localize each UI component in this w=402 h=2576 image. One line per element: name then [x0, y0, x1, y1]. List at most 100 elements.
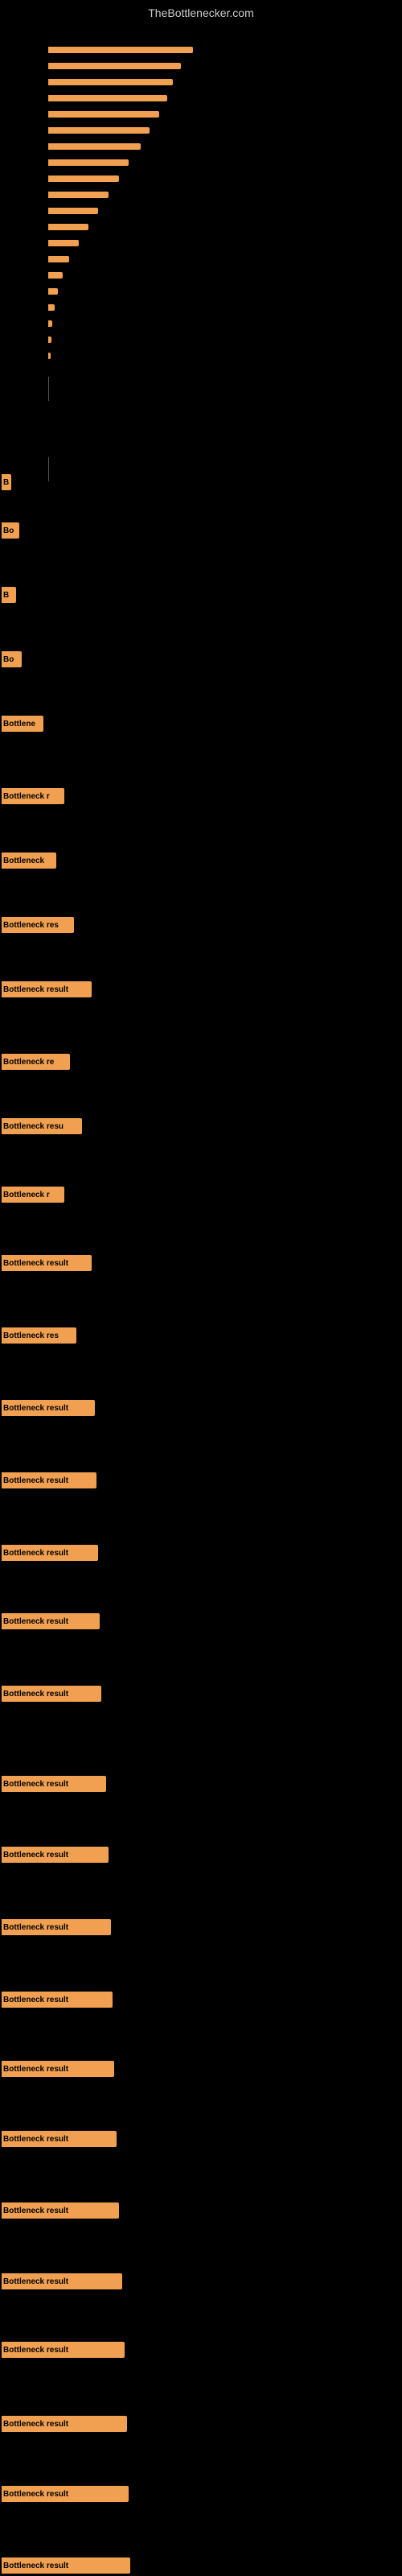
bar-result17: Bottleneck result [2, 2416, 127, 2432]
bar-row [48, 143, 141, 150]
bar-row [48, 256, 69, 262]
bar-result9: Bottleneck result [2, 1847, 109, 1863]
bar-bo2: Bo [2, 651, 22, 667]
bar [48, 256, 69, 262]
bar-row-bottleneck: Bottleneck [2, 852, 56, 869]
bar-result12: Bottleneck result [2, 2061, 114, 2077]
bar-row-re: Bottleneck re [2, 1053, 70, 1071]
bar [48, 304, 55, 311]
bar-row [48, 353, 51, 359]
bar-row-result12: Bottleneck result [2, 2060, 114, 2078]
bar-result19: Bottleneck result [2, 2557, 130, 2574]
bar-result3: Bottleneck result [2, 1400, 95, 1416]
bar-row-result10: Bottleneck result [2, 1918, 111, 1936]
bar-row [48, 111, 159, 118]
bar-row [48, 192, 109, 198]
bar-result16: Bottleneck result [2, 2342, 125, 2358]
bar-row-bo1: Bo [2, 522, 19, 539]
bar-row-result7: Bottleneck result [2, 1685, 101, 1703]
bar-row [48, 159, 129, 166]
bar-row-result18: Bottleneck result [2, 2485, 129, 2503]
bar-row-result11: Bottleneck result [2, 1991, 113, 2008]
bar-result8: Bottleneck result [2, 1776, 106, 1792]
bar [48, 288, 58, 295]
bar [48, 175, 119, 182]
bar-row [48, 127, 150, 134]
bar-row-bo2: Bo [2, 650, 22, 668]
bar-row-res2: Bottleneck res [2, 1327, 76, 1344]
bar-row [48, 240, 79, 246]
bar-row-b1: B [2, 586, 16, 604]
bar [48, 224, 88, 230]
bar [48, 240, 79, 246]
bar-result2: Bottleneck result [2, 1255, 92, 1271]
bar-row [48, 208, 98, 214]
site-title: TheBottlenecker.com [0, 0, 402, 23]
bar-result10: Bottleneck result [2, 1919, 111, 1935]
bar-row-result6: Bottleneck result [2, 1612, 100, 1630]
bar [48, 353, 51, 359]
bar-row [48, 175, 119, 182]
bar-row [48, 63, 181, 69]
bar-bo1: Bo [2, 522, 19, 539]
bar-row [48, 95, 167, 101]
bar [48, 143, 141, 150]
bar-row-result5: Bottleneck result [2, 1544, 98, 1562]
bar [48, 47, 193, 53]
bar-bottleneck-res1: Bottleneck res [2, 917, 74, 933]
bar-row-r2: Bottleneck r [2, 1186, 64, 1203]
bar-row-result3: Bottleneck result [2, 1399, 95, 1417]
y-axis-line-2 [48, 457, 49, 481]
bar-resu: Bottleneck resu [2, 1118, 82, 1134]
bar-row-bottleneck-r: Bottleneck r [2, 787, 64, 805]
bar-row [48, 272, 63, 279]
bar [48, 208, 98, 214]
bar [48, 111, 159, 118]
bar-result1: Bottleneck result [2, 981, 92, 997]
bar-row [48, 79, 173, 85]
bar-result6: Bottleneck result [2, 1613, 100, 1629]
bar-row [48, 47, 193, 53]
bar-result4: Bottleneck result [2, 1472, 96, 1488]
bar-bottleneck-r: Bottleneck r [2, 788, 64, 804]
bar-row-result16: Bottleneck result [2, 2341, 125, 2359]
bar-b1: B [2, 587, 16, 603]
bar-row [48, 320, 52, 327]
bar-result13: Bottleneck result [2, 2131, 117, 2147]
bar [48, 63, 181, 69]
bar-row-result15: Bottleneck result [2, 2273, 122, 2290]
bar-result14: Bottleneck result [2, 2202, 119, 2219]
bar-row-result13: Bottleneck result [2, 2130, 117, 2148]
bar-row [48, 288, 58, 295]
bar-result15: Bottleneck result [2, 2273, 122, 2289]
bar-row [48, 304, 55, 311]
bar-r2: Bottleneck r [2, 1187, 64, 1203]
bar-row-result1: Bottleneck result [2, 980, 92, 998]
bar-bottlene: Bottlene [2, 716, 43, 732]
bar-row-result4: Bottleneck result [2, 1472, 96, 1489]
bar-row-bottlene: Bottlene [2, 715, 43, 733]
bar-result5: Bottleneck result [2, 1545, 98, 1561]
bar-row-e: B [2, 473, 11, 491]
bar [48, 192, 109, 198]
bar [48, 320, 52, 327]
chart-area: B Bo B Bo Bottlene Bottleneck r Bottlene… [0, 23, 402, 2566]
bar-row-result2: Bottleneck result [2, 1254, 92, 1272]
bar-row-result8: Bottleneck result [2, 1775, 106, 1793]
bar [48, 336, 51, 343]
bar-row-result14: Bottleneck result [2, 2202, 119, 2219]
bar [48, 159, 129, 166]
bar-row-result19: Bottleneck result [2, 2557, 130, 2574]
bar-row-result17: Bottleneck result [2, 2415, 127, 2433]
bar-result18: Bottleneck result [2, 2486, 129, 2502]
bar-row-bottleneck-res1: Bottleneck res [2, 916, 74, 934]
bar [48, 95, 167, 101]
bar-row [48, 336, 51, 343]
bar-re: Bottleneck re [2, 1054, 70, 1070]
bar-res2: Bottleneck res [2, 1327, 76, 1344]
bar-row-result9: Bottleneck result [2, 1846, 109, 1864]
bar-result7: Bottleneck result [2, 1686, 101, 1702]
bar [48, 127, 150, 134]
bar-row [48, 224, 88, 230]
bar [48, 272, 63, 279]
